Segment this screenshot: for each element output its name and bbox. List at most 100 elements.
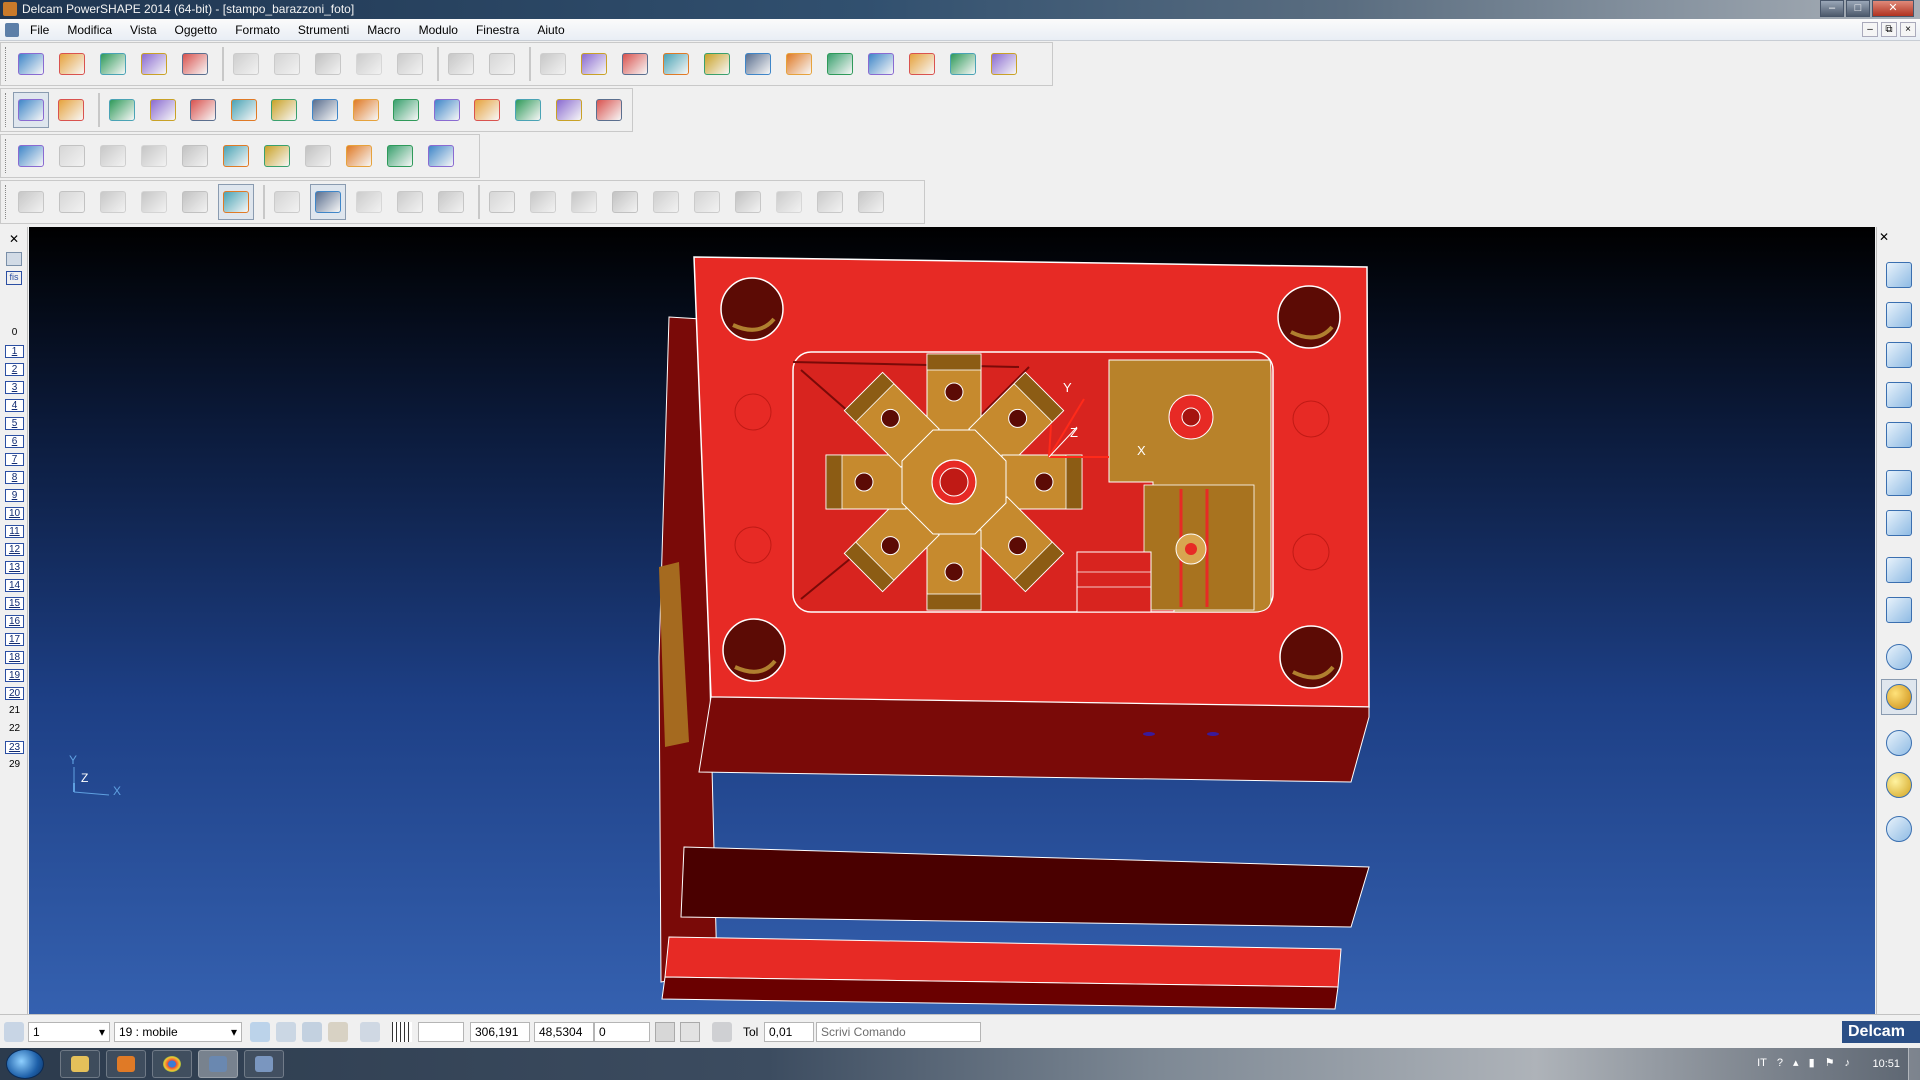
view-cube-button[interactable] — [1881, 377, 1917, 413]
fold-button[interactable] — [351, 184, 387, 220]
close-button[interactable]: ✕ — [1872, 0, 1914, 17]
level-5[interactable]: 5 — [5, 417, 24, 430]
wand-button[interactable] — [218, 138, 254, 174]
level-8[interactable]: 8 — [5, 471, 24, 484]
paste-button[interactable] — [310, 46, 346, 82]
repair-button[interactable] — [423, 138, 459, 174]
level-19[interactable]: 19 — [5, 669, 24, 682]
section-button[interactable] — [136, 138, 172, 174]
spin-button[interactable] — [1881, 465, 1917, 501]
diamond-button[interactable] — [1881, 725, 1917, 761]
language-indicator[interactable]: IT — [1757, 1057, 1767, 1069]
tol-field[interactable]: 0,01 — [764, 1022, 814, 1042]
flag-icon[interactable]: ⚑ — [1825, 1056, 1835, 1069]
fis-button[interactable]: fis — [6, 271, 22, 285]
coord-z-field[interactable]: 0 — [594, 1022, 650, 1042]
menu-modifica[interactable]: Modifica — [67, 23, 112, 37]
tools-button[interactable] — [945, 46, 981, 82]
menu-formato[interactable]: Formato — [235, 23, 280, 37]
curve-6-button[interactable] — [689, 184, 725, 220]
grid-icon[interactable] — [392, 1022, 412, 1042]
powershape-task[interactable] — [198, 1050, 238, 1078]
level-9[interactable]: 9 — [5, 489, 24, 502]
close-icon[interactable]: ✕ — [1879, 230, 1889, 244]
shaded-button[interactable] — [1881, 679, 1917, 715]
zoom-fit-button[interactable] — [1881, 592, 1917, 628]
workplane-edit-icon[interactable] — [302, 1022, 322, 1042]
search-button[interactable] — [341, 138, 377, 174]
menu-modulo[interactable]: Modulo — [419, 23, 458, 37]
toolbar-grip[interactable] — [5, 185, 9, 219]
level-12[interactable]: 12 — [5, 543, 24, 556]
media-task[interactable] — [106, 1050, 146, 1078]
level-15[interactable]: 15 — [5, 597, 24, 610]
curve-10-button[interactable] — [853, 184, 889, 220]
mdi-minimize-button[interactable]: – — [1862, 22, 1878, 37]
draw-button[interactable] — [535, 46, 571, 82]
curve-5-button[interactable] — [648, 184, 684, 220]
mdi-close-button[interactable]: × — [1900, 22, 1916, 37]
box-open-button[interactable] — [348, 92, 384, 128]
lighting-button[interactable] — [1881, 767, 1917, 803]
toolbar-grip[interactable] — [5, 47, 9, 81]
menu-finestra[interactable]: Finestra — [476, 23, 519, 37]
pencil-icon[interactable] — [6, 252, 22, 266]
view-camera-button[interactable] — [1881, 417, 1917, 453]
coord-y-field[interactable]: 48,5304 — [534, 1022, 594, 1042]
level-0[interactable]: 0 — [5, 327, 24, 340]
sphere-button[interactable] — [551, 92, 587, 128]
redo-button[interactable] — [484, 46, 520, 82]
level-13[interactable]: 13 — [5, 561, 24, 574]
circle-button[interactable] — [699, 46, 735, 82]
warning-button[interactable] — [13, 138, 49, 174]
print-button[interactable] — [177, 46, 213, 82]
help-icon[interactable]: ? — [1777, 1057, 1783, 1069]
menu-macro[interactable]: Macro — [367, 23, 400, 37]
level-17[interactable]: 17 — [5, 633, 24, 646]
calculator-icon[interactable] — [655, 1022, 675, 1042]
snap-icon[interactable] — [360, 1022, 380, 1042]
box-button[interactable] — [267, 92, 303, 128]
mdi-restore-button[interactable]: ⧉ — [1881, 22, 1897, 37]
tolerance-icon[interactable] — [712, 1022, 732, 1042]
delete-button[interactable] — [392, 46, 428, 82]
menu-vista[interactable]: Vista — [130, 23, 156, 37]
app-icon[interactable] — [3, 2, 17, 16]
show-desktop-button[interactable] — [1908, 1048, 1920, 1080]
level-icon[interactable] — [4, 1022, 24, 1042]
stack-button[interactable] — [259, 138, 295, 174]
undo-button[interactable] — [443, 46, 479, 82]
toolbar-grip[interactable] — [5, 139, 9, 173]
text-button[interactable] — [781, 46, 817, 82]
level-7[interactable]: 7 — [5, 453, 24, 466]
x-y-axes-button[interactable] — [145, 92, 181, 128]
level-11[interactable]: 11 — [5, 525, 24, 538]
save-button[interactable] — [136, 46, 172, 82]
curve-8-button[interactable] — [771, 184, 807, 220]
wave-button[interactable] — [269, 184, 305, 220]
menu-oggetto[interactable]: Oggetto — [175, 23, 218, 37]
pyramid-button[interactable] — [592, 92, 628, 128]
graphics-viewport[interactable]: X Y Z Y Z X — [29, 227, 1875, 1014]
level-select[interactable]: 1 ▾ — [28, 1022, 110, 1042]
curve-3-button[interactable] — [566, 184, 602, 220]
command-input[interactable]: Scrivi Comando — [816, 1022, 981, 1042]
wireframe-button[interactable] — [1881, 639, 1917, 675]
chrome-task[interactable] — [152, 1050, 192, 1078]
app-task[interactable] — [244, 1050, 284, 1078]
curve-2-button[interactable] — [525, 184, 561, 220]
workplane-tools-icon[interactable] — [328, 1022, 348, 1042]
level-23[interactable]: 23 — [5, 741, 24, 754]
model-button[interactable] — [904, 46, 940, 82]
view-iso-3-button[interactable] — [1881, 337, 1917, 373]
fill-button[interactable] — [300, 138, 336, 174]
level-16[interactable]: 16 — [5, 615, 24, 628]
network-icon[interactable]: ▮ — [1809, 1056, 1815, 1069]
menu-aiuto[interactable]: Aiuto — [537, 23, 564, 37]
volume-icon[interactable]: ♪ — [1845, 1057, 1851, 1069]
band-button[interactable] — [310, 184, 346, 220]
pattern-button[interactable] — [470, 92, 506, 128]
level-1[interactable]: 1 — [5, 345, 24, 358]
toolbar-grip[interactable] — [5, 93, 9, 127]
line-button[interactable] — [658, 46, 694, 82]
